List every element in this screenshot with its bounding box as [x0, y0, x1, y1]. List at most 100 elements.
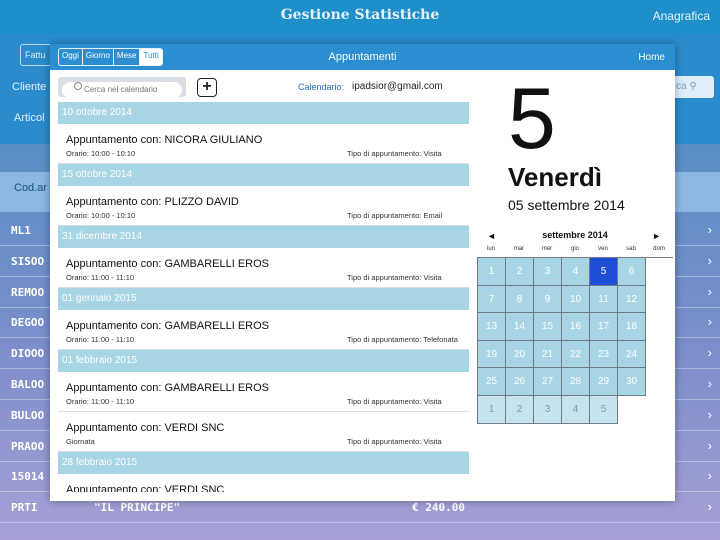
chevron-right-icon: › [707, 468, 712, 484]
appointments-modal: OggiGiornoMeseTutti Appuntamenti Home + … [50, 44, 675, 501]
row-code: ML1 [11, 224, 31, 237]
calendar-day[interactable]: 29 [590, 368, 618, 396]
cliente-label: Cliente [12, 81, 47, 93]
calendar-day[interactable]: 26 [506, 368, 534, 396]
calendar-day[interactable]: 22 [562, 340, 590, 369]
cod-articolo-header: Cod.ar [14, 182, 48, 194]
calendar-day[interactable]: 6 [618, 258, 646, 286]
appointment-item[interactable]: Appuntamento con: GAMBARELLI EROS Orario:… [58, 372, 469, 412]
calendar-day[interactable]: 14 [506, 313, 534, 341]
chevron-right-icon: › [707, 499, 712, 515]
chevron-right-icon: › [707, 376, 712, 391]
calendar-label: Calendario: [298, 82, 345, 92]
search-icon: ⚲ [689, 81, 697, 92]
calendar-day-other-month[interactable]: 4 [562, 395, 590, 424]
next-month-icon[interactable]: ► [652, 231, 661, 241]
calendar-day[interactable]: 2 [506, 258, 534, 286]
date-section-header: 10 ottobre 2014 [58, 102, 469, 124]
home-button[interactable]: Home [638, 52, 665, 63]
appointment-title: Appuntamento con: VERDI SNC [66, 422, 225, 434]
search-icon [74, 82, 82, 90]
appointment-item[interactable]: Appuntamento con: GAMBARELLI EROS Orario:… [58, 310, 469, 350]
appointment-item[interactable]: Appuntamento con: VERDI SNC [58, 474, 469, 492]
row-code: DIOOO [11, 347, 45, 361]
calendar-day[interactable]: 3 [534, 258, 562, 286]
appointment-title: Appuntamento con: GAMBARELLI EROS [66, 320, 269, 332]
appointment-time: Orario: 11:00 - 11:10 [66, 273, 135, 282]
date-section-header: 28 febbraio 2015 [58, 452, 469, 474]
date-section-header: 01 febbraio 2015 [58, 350, 469, 372]
calendar-day-other-month[interactable]: 2 [506, 395, 534, 424]
row-code: PRTI [11, 501, 38, 515]
appointment-title: Appuntamento con: VERDI SNC [66, 484, 225, 492]
appointment-item[interactable]: Appuntamento con: NICORA GIULIANO Orario:… [58, 124, 469, 164]
appointments-list: 10 ottobre 2014 Appuntamento con: NICORA … [58, 102, 469, 492]
search-bar [58, 77, 186, 98]
calendar-day[interactable]: 15 [534, 313, 562, 341]
chevron-right-icon: › [707, 222, 712, 237]
calendar-day[interactable]: 23 [590, 340, 618, 369]
calendar-day[interactable]: 24 [618, 340, 646, 369]
cerca-label: ca [676, 81, 687, 92]
date-section-header: 31 dicembre 2014 [58, 226, 469, 248]
add-appointment-button[interactable]: + [197, 78, 217, 97]
appointment-type: Tipo di appuntamento: Visita [347, 273, 442, 282]
calendar-day-other-month[interactable]: 3 [534, 395, 562, 424]
modal-title: Appuntamenti [328, 51, 397, 63]
calendar-day[interactable]: 17 [590, 313, 618, 341]
calendar-day[interactable]: 18 [618, 313, 646, 341]
anagrafica-link[interactable]: Anagrafica [653, 9, 710, 23]
calendar-day[interactable]: 28 [562, 368, 590, 396]
calendar-day[interactable]: 7 [478, 285, 506, 314]
calendar-email: ipadsior@gmail.com [352, 81, 443, 92]
chevron-right-icon: › [707, 252, 712, 268]
chevron-right-icon: › [707, 314, 712, 330]
appointment-type: Tipo di appuntamento: Email [347, 211, 443, 220]
appointment-time: Orario: 10:00 - 10:10 [66, 149, 136, 158]
row-code: REMOO [11, 285, 45, 299]
date-section-header: 15 ottobre 2014 [58, 164, 469, 186]
appointment-title: Appuntamento con: GAMBARELLI EROS [66, 258, 269, 270]
calendar-day-other-month[interactable]: 5 [590, 395, 618, 424]
chevron-right-icon: › [707, 283, 712, 299]
calendar-day[interactable]: 20 [506, 340, 534, 369]
appointment-time: Giornata [66, 437, 95, 446]
appointment-item[interactable]: Appuntamento con: PLIZZO DAVID Orario: 10… [58, 186, 469, 226]
appointment-item[interactable]: Appuntamento con: VERDI SNC Giornata Tipo … [58, 412, 469, 452]
month-navigation: ◄ settembre 2014 ► [477, 227, 673, 247]
calendar-day[interactable]: 25 [478, 368, 506, 396]
calendar-day[interactable]: 9 [534, 285, 562, 314]
calendar-day[interactable]: 21 [534, 340, 562, 369]
calendar-day[interactable]: 11 [590, 285, 618, 314]
calendar-day[interactable]: 16 [562, 313, 590, 341]
calendar-day[interactable]: 19 [478, 340, 506, 369]
appointment-time: Orario: 11:00 - 11:10 [66, 335, 135, 344]
row-price: € 240.00 [412, 501, 465, 515]
calendar-day[interactable]: 8 [506, 285, 534, 314]
row-code: PRAOO [11, 439, 45, 453]
calendar-day[interactable]: 4 [562, 258, 590, 286]
appointment-item[interactable]: Appuntamento con: GAMBARELLI EROS Orario:… [58, 248, 469, 288]
modal-nav-bar: Oggi Giorno Mese Tutti Appuntamenti Home [50, 44, 675, 70]
cerca-button[interactable]: ca ⚲ [672, 76, 714, 98]
calendar-day[interactable]: 10 [562, 285, 590, 314]
calendar-day[interactable]: 1 [478, 258, 506, 286]
appointment-title: Appuntamento con: PLIZZO DAVID [66, 196, 239, 208]
chevron-right-icon: › [707, 437, 712, 453]
calendar-day[interactable]: 5 [590, 258, 618, 286]
date-section-header: 01 gennaio 2015 [58, 288, 469, 310]
calendar-day[interactable]: 27 [534, 368, 562, 396]
month-title: settembre 2014 [542, 230, 608, 240]
calendar-grid: 1 2 3 4 5 6 7 8 9 10 11 12 13 14 15 16 17 18 19 20 21 22 23 24 2… [477, 257, 673, 424]
calendar-day[interactable]: 12 [618, 285, 646, 314]
appointment-type: Tipo di appuntamento: Visita [347, 437, 442, 446]
row-description: "IL PRINCIPE" [94, 501, 181, 515]
selected-full-date: 05 settembre 2014 [508, 197, 625, 213]
chevron-right-icon: › [707, 406, 712, 422]
appointment-type: Tipo di appuntamento: Telefonata [347, 335, 458, 344]
appointment-time: Orario: 11:00 - 11:10 [66, 397, 135, 406]
calendar-day-other-month[interactable]: 1 [478, 395, 506, 424]
calendar-day[interactable]: 13 [478, 313, 506, 341]
calendar-day[interactable]: 30 [618, 368, 646, 396]
selected-weekday: Venerdì [508, 162, 602, 192]
